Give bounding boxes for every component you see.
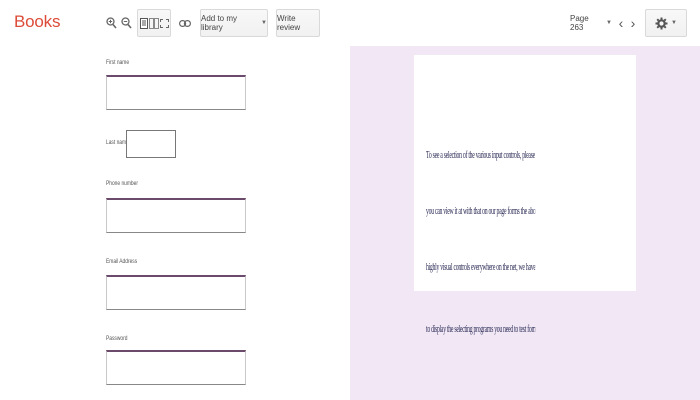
last-name-field[interactable] — [126, 130, 176, 158]
page-text-line: To see a selection of the various input … — [426, 149, 535, 161]
app-logo[interactable]: Books — [14, 12, 60, 32]
page-text-line: highly visual controls everywhere on the… — [426, 261, 536, 273]
zoom-in-icon[interactable] — [106, 17, 117, 29]
two-page-view-icon[interactable] — [148, 17, 159, 29]
phone-label: Phone number — [106, 180, 138, 187]
first-name-label: First name — [106, 59, 130, 66]
dropdown-arrow-icon: ▼ — [261, 20, 267, 26]
page-text-line: to display the selecting programs you ne… — [426, 323, 535, 335]
chevron-right-icon: › — [630, 15, 636, 31]
settings-button[interactable]: ▼ — [645, 9, 687, 37]
dropdown-arrow-icon: ▼ — [671, 20, 677, 26]
link-button[interactable] — [177, 9, 193, 37]
previous-page-button[interactable]: ‹ — [616, 9, 626, 37]
write-review-label: Write review — [277, 14, 301, 32]
page-viewer[interactable]: To see a selection of the various input … — [350, 46, 700, 400]
page-selector[interactable]: Page 263 ▼ — [570, 9, 612, 37]
link-icon — [179, 19, 191, 27]
zoom-controls — [105, 9, 133, 37]
password-field[interactable] — [106, 350, 246, 385]
book-page — [414, 55, 636, 291]
add-to-library-button[interactable]: Add to my library ▼ — [200, 9, 268, 37]
password-label: Password — [106, 335, 128, 342]
next-page-button[interactable]: › — [628, 9, 638, 37]
gear-icon — [655, 17, 668, 30]
toolbar: Books Add to my library ▼ Write review P… — [0, 0, 700, 46]
chevron-left-icon: ‹ — [618, 15, 624, 31]
email-label: Email Address — [106, 258, 138, 265]
fullscreen-icon[interactable] — [159, 18, 169, 28]
single-page-view-icon[interactable] — [139, 17, 148, 29]
form-panel: First name Last name Phone number Email … — [0, 46, 350, 400]
zoom-out-icon[interactable] — [121, 17, 132, 29]
email-field[interactable] — [106, 275, 246, 310]
phone-field[interactable] — [106, 198, 246, 233]
view-mode-group — [137, 9, 171, 37]
add-to-library-label: Add to my library — [201, 14, 238, 32]
page-label: Page 263 — [570, 14, 589, 32]
dropdown-arrow-icon: ▼ — [606, 20, 612, 26]
first-name-field[interactable] — [106, 75, 246, 110]
page-text-line: you can view it at with that on our page… — [426, 205, 535, 217]
write-review-button[interactable]: Write review — [276, 9, 320, 37]
